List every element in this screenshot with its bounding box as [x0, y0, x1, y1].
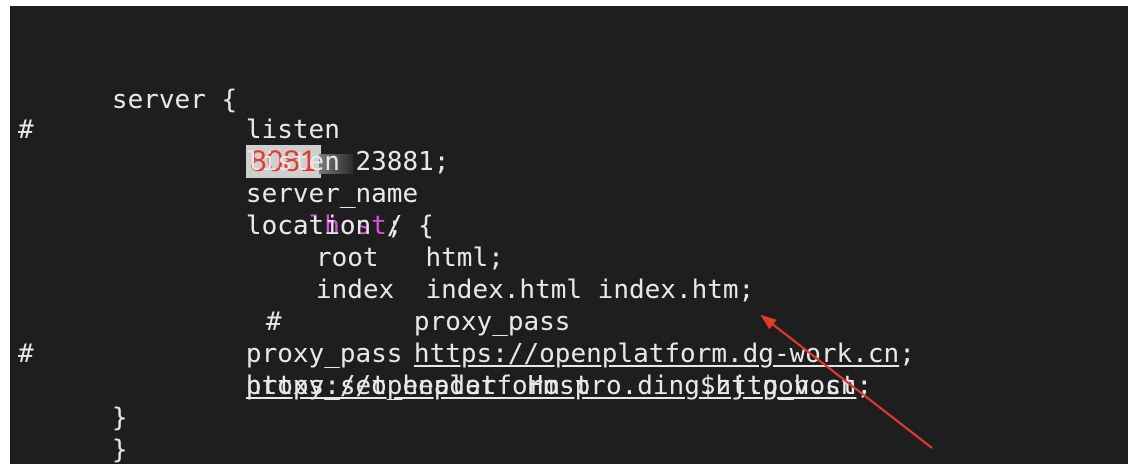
- code-line-listen-8081: listen 8081: [152, 82, 353, 178]
- screenshot-page: server { listen 8081 # listen 23881; ser…: [0, 0, 1134, 472]
- code-line-proxy-pass-commented: #: [172, 274, 282, 337]
- code-line-root: root html;: [222, 210, 504, 273]
- proxy-pass-semicolon: ;: [899, 339, 915, 369]
- code-line-server-name: server_name localhost;: [152, 146, 418, 241]
- code-line-listen-23881: listen 23881;: [152, 114, 450, 177]
- code-line-proxy-pass-dg-work: proxy_pass https://openplatform.dg-work.…: [320, 274, 915, 369]
- code-line-location: location / {: [152, 178, 434, 241]
- server-block-close: }: [111, 435, 128, 464]
- code-line-server-close: }: [18, 402, 128, 464]
- terminal-window[interactable]: server { listen 8081 # listen 23881; ser…: [10, 6, 1128, 464]
- code-line-server-open: server {: [18, 52, 237, 115]
- code-line-location-close: }: [18, 370, 128, 433]
- code-line-proxy-pass-active: proxy_pass https://openplatform-pro.ding…: [152, 306, 872, 401]
- proxy-set-header-directive: proxy_set_header Host $http_host;: [245, 371, 873, 401]
- code-line-index: index index.html index.htm;: [222, 242, 754, 305]
- code-line-proxy-set-header: proxy_set_header Host $http_host;: [152, 338, 872, 401]
- comment-marker: #: [18, 115, 34, 145]
- comment-marker: #: [18, 339, 34, 369]
